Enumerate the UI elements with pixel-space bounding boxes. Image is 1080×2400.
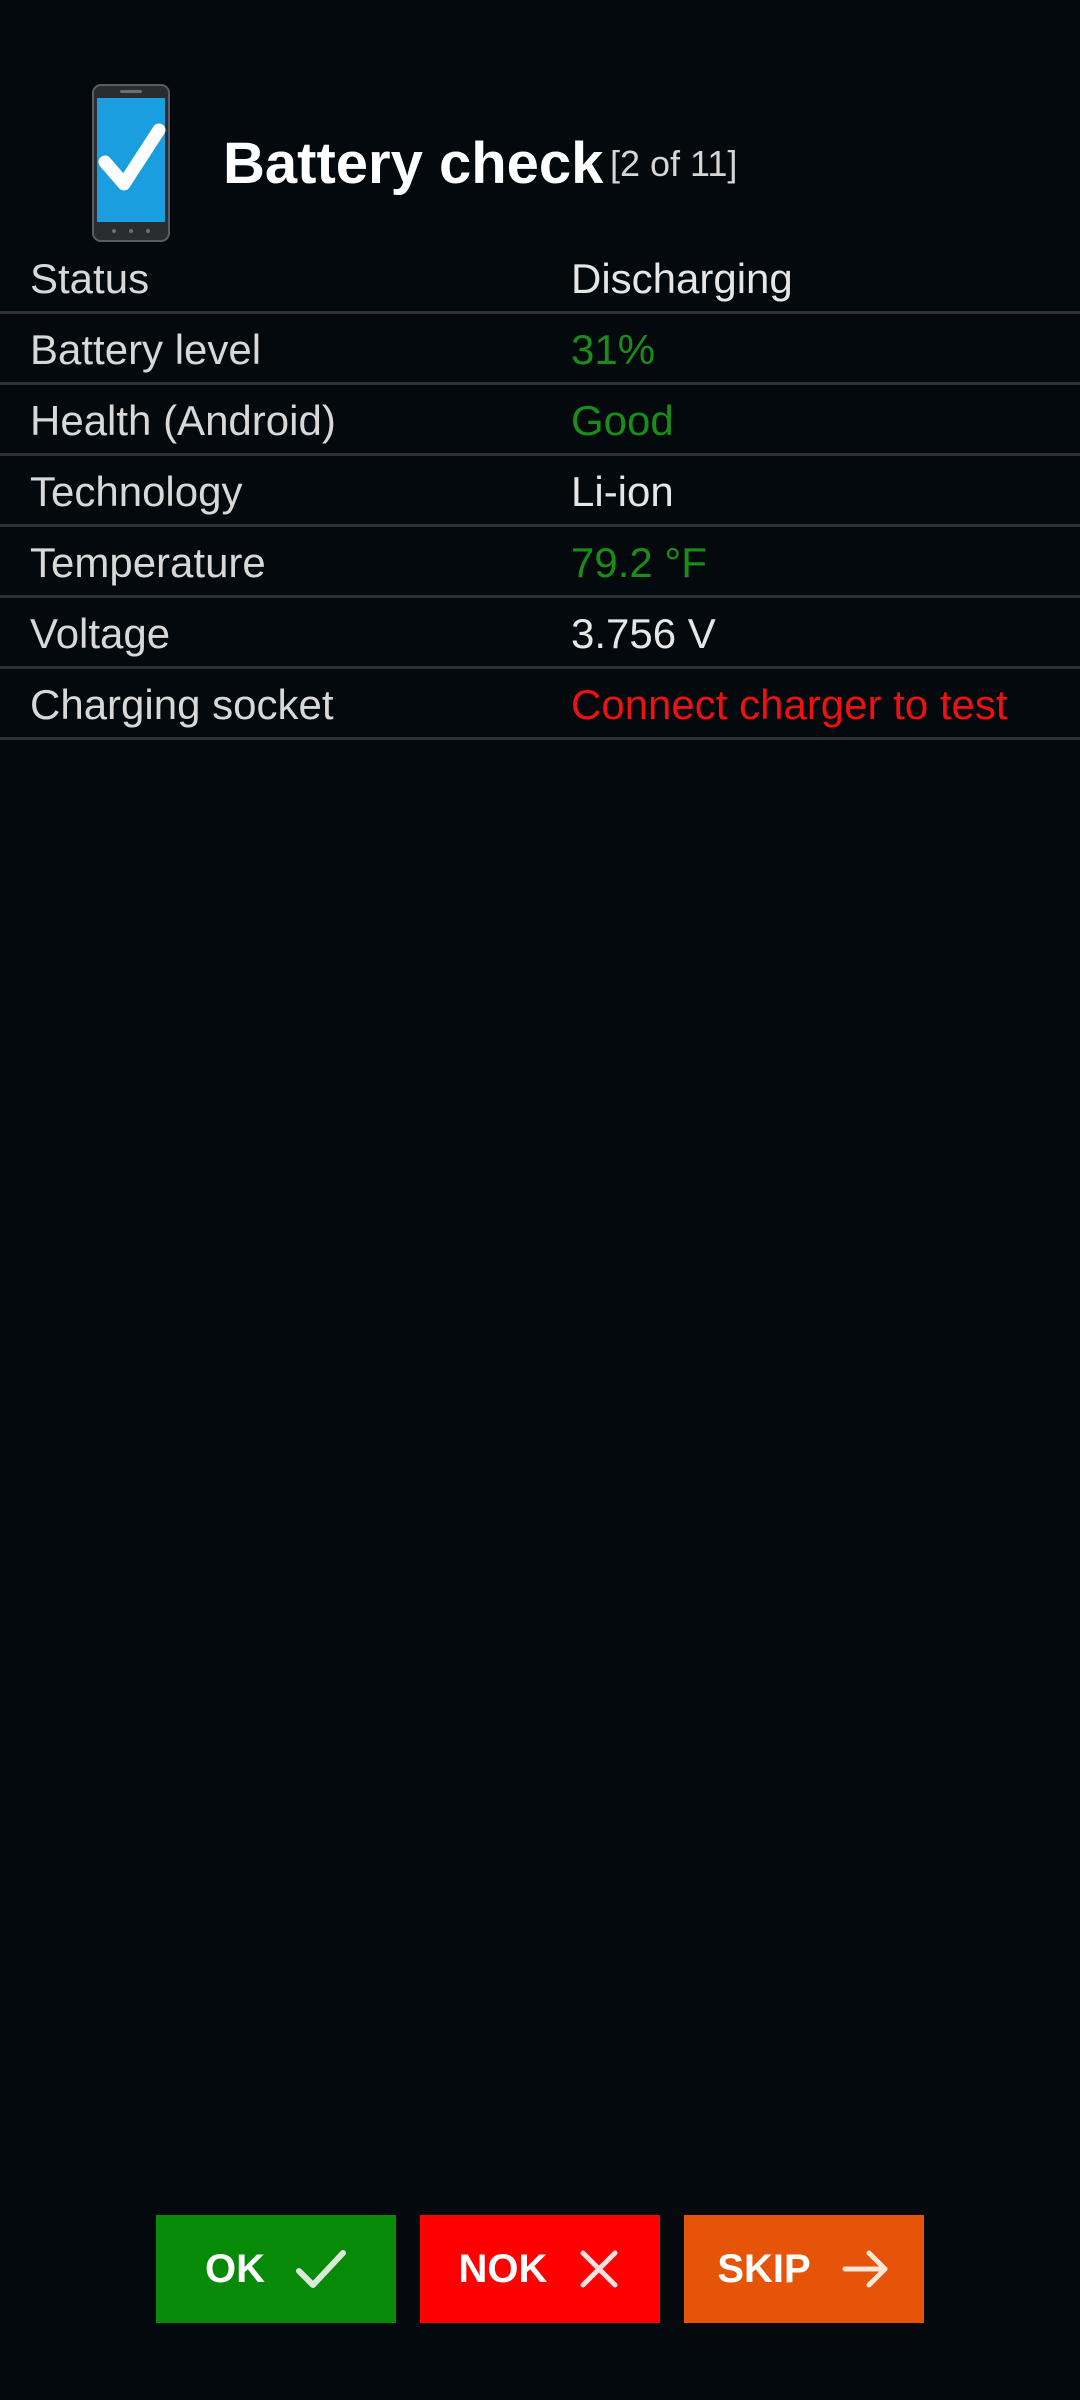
- table-row-status: Status Discharging: [0, 243, 1080, 314]
- table-row-temperature: Temperature 79.2 °F: [0, 527, 1080, 598]
- close-icon: [580, 2250, 618, 2288]
- row-value: 79.2 °F: [571, 539, 707, 586]
- table-row-battery-level: Battery level 31%: [0, 314, 1080, 385]
- phone-check-icon: [92, 84, 170, 242]
- skip-button[interactable]: SKIP: [684, 2215, 924, 2323]
- table-row-health: Health (Android) Good: [0, 385, 1080, 456]
- battery-check-screen: Battery check [2 of 11] Status Dischargi…: [0, 0, 1080, 2400]
- page-title: Battery check: [223, 131, 604, 196]
- row-label: Voltage: [30, 610, 171, 657]
- nok-button[interactable]: NOK: [420, 2215, 660, 2323]
- row-value: Connect charger to test: [571, 681, 1008, 728]
- row-label: Status: [30, 255, 150, 302]
- skip-button-label: SKIP: [717, 2246, 811, 2291]
- row-value: Discharging: [571, 255, 793, 302]
- nok-button-label: NOK: [458, 2246, 548, 2291]
- row-label: Charging socket: [30, 681, 334, 728]
- battery-info-table: Status Discharging Battery level 31% Hea…: [0, 243, 1080, 740]
- table-row-technology: Technology Li-ion: [0, 456, 1080, 527]
- ok-button[interactable]: OK: [156, 2215, 396, 2323]
- row-label: Battery level: [30, 326, 262, 373]
- arrow-right-icon: [842, 2250, 888, 2288]
- ok-button-label: OK: [205, 2246, 265, 2291]
- row-value: 31%: [571, 326, 656, 373]
- row-label: Technology: [30, 468, 243, 515]
- header: Battery check [2 of 11]: [0, 80, 1080, 250]
- row-label: Temperature: [30, 539, 266, 586]
- row-label: Health (Android): [30, 397, 336, 444]
- step-counter: [2 of 11]: [610, 143, 738, 184]
- row-value: 3.756 V: [571, 610, 716, 657]
- check-icon: [296, 2250, 346, 2288]
- row-value: Good: [571, 397, 674, 444]
- table-row-voltage: Voltage 3.756 V: [0, 598, 1080, 669]
- action-buttons: OK NOK SKIP: [0, 2215, 1080, 2325]
- row-value: Li-ion: [571, 468, 674, 515]
- table-row-charging-socket: Charging socket Connect charger to test: [0, 669, 1080, 740]
